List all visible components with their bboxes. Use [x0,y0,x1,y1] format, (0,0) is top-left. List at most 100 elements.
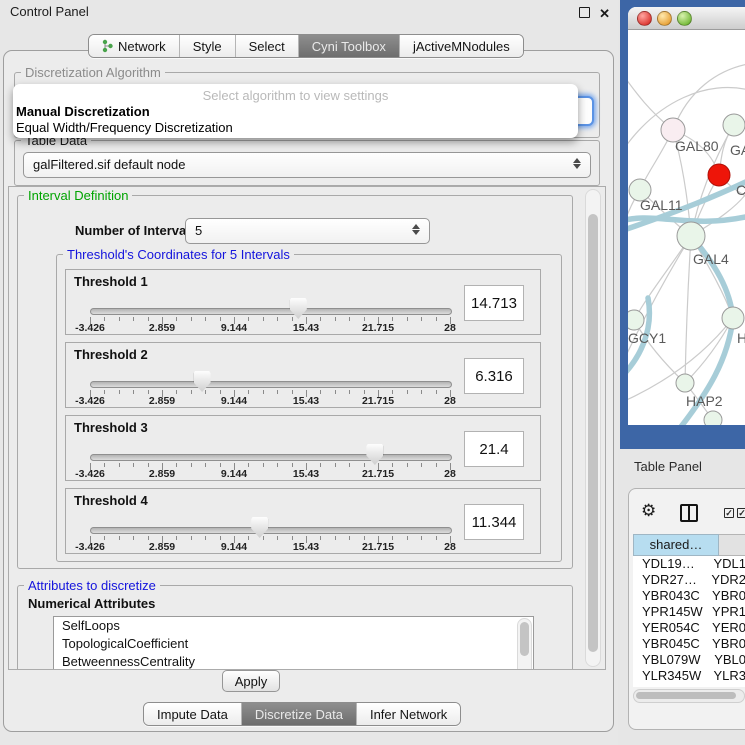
table-data-select[interactable]: galFiltered.sif default node [23,152,591,178]
algorithm-dropdown-popup: Select algorithm to view settings Manual… [13,84,578,138]
control-panel-tabbar: NetworkStyleSelectCyni ToolboxjActiveMNo… [88,34,524,58]
tab-discretize-data[interactable]: Discretize Data [242,703,357,725]
tick-mark [292,536,293,540]
tab-network[interactable]: Network [89,35,180,57]
tick-mark [119,317,120,321]
tick-label: 21.715 [362,541,394,553]
columns-icon[interactable] [680,504,698,522]
network-canvas[interactable]: GAL80GACGAL11GAL4GCY1HHAP2 [628,30,745,425]
H-node[interactable] [722,307,744,329]
algorithm-hint-item: Select algorithm to view settings [13,88,578,103]
attribute-item-betweennesscentrality[interactable]: BetweennessCentrality [54,653,533,670]
selected-red-node[interactable] [708,164,730,186]
tick-label: 9.144 [221,395,247,407]
apply-button[interactable]: Apply [222,670,280,692]
tick-mark [277,317,278,321]
table-row[interactable]: YLR345WYLR3 [633,668,745,684]
table-row[interactable]: YBR043CYBR0 [633,588,745,604]
bottom-node[interactable] [704,411,722,425]
tick-mark [421,317,422,321]
tick-label: 15.43 [293,468,319,480]
table-row[interactable]: YDL19…YDL1 [633,556,745,572]
tick-mark [421,390,422,394]
control-panel-window: Control Panel ✕ NetworkStyleSelectCyni T… [0,0,618,745]
attribute-item-selfloops[interactable]: SelfLoops [54,617,533,635]
close-icon[interactable]: ✕ [599,6,610,22]
tick-label: -3.426 [75,395,105,407]
threshold-value-field[interactable] [464,504,524,540]
table-header: shared…na [633,534,745,556]
GCY1-node[interactable] [628,310,644,330]
tick-mark [191,463,192,467]
node-label: GAL4 [693,251,729,267]
tick-mark [133,463,134,467]
column-header-1[interactable]: shared… [633,534,719,556]
tick-mark [407,317,408,321]
table-hscrollbar[interactable] [633,689,745,703]
tab-select[interactable]: Select [236,35,299,57]
popup-item-manual-discretization[interactable]: Manual Discretization [16,104,150,119]
combo-updown-icon [573,157,582,170]
HAP2-node[interactable] [676,374,694,392]
threshold-1-box: Threshold 1-3.4262.8599.14415.4321.71528 [65,269,541,335]
slider-track[interactable] [90,381,452,388]
close-traffic-light[interactable] [637,11,652,26]
slider-thumb[interactable] [366,444,383,465]
threshold-value-field[interactable] [464,285,524,321]
column-header-2[interactable]: na [719,534,745,556]
top-right-node[interactable] [723,114,745,136]
tick-mark [119,390,120,394]
tick-label: 2.859 [149,468,175,480]
tab-style[interactable]: Style [180,35,236,57]
tick-mark [349,317,350,321]
checkbox-icon[interactable]: ✓ [737,508,745,518]
tick-mark [176,463,177,467]
threshold-label: Threshold 1 [74,274,148,289]
popup-item-equal-width-frequency[interactable]: Equal Width/Frequency Discretization [16,120,233,135]
number-of-intervals-select[interactable]: 5 [185,218,430,244]
table-row[interactable]: YBR045CYBR0 [633,636,745,652]
table-row[interactable]: YER054CYER0 [633,620,745,636]
slider-track[interactable] [90,527,452,534]
tick-label: 28 [444,395,456,407]
table-row[interactable]: YDR27…YDR2 [633,572,745,588]
threshold-value-field[interactable] [464,358,524,394]
tick-mark [248,390,249,394]
tick-mark [148,317,149,321]
slider-thumb[interactable] [290,298,307,319]
attribute-item-topologicalcoefficient[interactable]: TopologicalCoefficient [54,635,533,653]
float-window-icon[interactable] [579,7,590,18]
tick-mark [176,536,177,540]
tab-infer-network[interactable]: Infer Network [357,703,460,725]
slider-track[interactable] [90,308,452,315]
GAL4-node[interactable] [677,222,705,250]
number-of-intervals-value: 5 [195,223,202,238]
table-row[interactable]: YIL052CYIL0 [633,684,745,687]
tick-mark [335,536,336,540]
table-row[interactable]: YBL079WYBL0 [633,652,745,668]
slider-thumb[interactable] [251,517,268,538]
tick-mark [176,317,177,321]
tick-label: 2.859 [149,322,175,334]
list-scrollbar[interactable] [517,618,532,670]
tab-impute-data[interactable]: Impute Data [144,703,242,725]
numerical-attributes-list[interactable]: SelfLoopsTopologicalCoefficientBetweenne… [53,616,534,670]
slider-thumb[interactable] [194,371,211,392]
thresholds-group: Threshold's Coordinates for 5 Intervals … [56,254,562,562]
panel-scrollbar[interactable] [585,189,601,667]
attributes-group: Attributes to discretize Numerical Attri… [17,585,573,670]
minimize-traffic-light[interactable] [657,11,672,26]
checkbox-icon[interactable]: ✓ [724,508,734,518]
tab-cyni-toolbox[interactable]: Cyni Toolbox [299,35,400,57]
tick-mark [320,390,321,394]
tab-jactivemnodules[interactable]: jActiveMNodules [400,35,523,57]
gear-icon[interactable]: ⚙ [641,502,656,519]
table-row[interactable]: YPR145WYPR1 [633,604,745,620]
tick-label: -3.426 [75,322,105,334]
tick-label: 15.43 [293,322,319,334]
tick-mark [407,463,408,467]
zoom-traffic-light[interactable] [677,11,692,26]
slider-track[interactable] [90,454,452,461]
threshold-value-field[interactable] [464,431,524,467]
tick-mark [335,390,336,394]
